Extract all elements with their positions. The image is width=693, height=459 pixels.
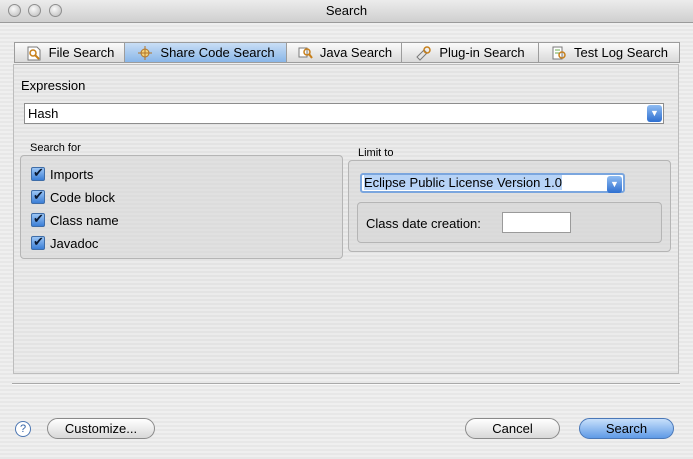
tab-share-code-search[interactable]: Share Code Search	[124, 42, 286, 63]
tab-java-search[interactable]: Java Search	[286, 42, 401, 63]
title-bar: Search	[0, 0, 693, 23]
license-combobox[interactable]: Eclipse Public License Version 1.0 ▼	[360, 173, 625, 193]
class-name-checkbox[interactable]: Class name	[31, 211, 119, 228]
license-value: Eclipse Public License Version 1.0	[364, 175, 563, 190]
test-log-search-icon	[550, 45, 568, 61]
tab-test-log-search[interactable]: Test Log Search	[538, 42, 680, 63]
checkbox-label: Code block	[50, 189, 116, 205]
java-search-icon	[296, 45, 314, 61]
tab-label: File Search	[48, 45, 115, 60]
expression-value: Hash	[28, 106, 59, 121]
code-block-checkbox[interactable]: Code block	[31, 188, 116, 205]
checkbox-checked-icon[interactable]	[31, 165, 45, 181]
class-date-label: Class date creation:	[366, 216, 481, 231]
checkbox-checked-icon[interactable]	[31, 211, 45, 227]
separator	[12, 383, 680, 385]
class-date-input[interactable]	[502, 212, 571, 233]
imports-checkbox[interactable]: Imports	[31, 165, 94, 182]
checkbox-label: Class name	[50, 212, 119, 228]
search-tabs: File Search Share Code Search Java Searc…	[14, 42, 680, 64]
share-code-search-icon	[136, 45, 154, 61]
tab-label: Test Log Search	[574, 45, 668, 60]
tab-label: Plug-in Search	[439, 45, 525, 60]
file-search-icon	[25, 45, 43, 61]
javadoc-checkbox[interactable]: Javadoc	[31, 234, 99, 251]
plugin-search-icon	[415, 45, 433, 61]
checkbox-label: Javadoc	[50, 235, 99, 251]
checkbox-checked-icon[interactable]	[31, 188, 45, 204]
checkbox-label: Imports	[50, 166, 94, 182]
window-title: Search	[325, 3, 368, 18]
expression-label: Expression	[21, 78, 86, 93]
help-icon[interactable]: ?	[15, 421, 31, 437]
checkbox-checked-icon[interactable]	[31, 234, 45, 250]
chevron-down-icon[interactable]: ▼	[647, 105, 662, 122]
expression-combobox[interactable]: Hash ▼	[24, 103, 664, 124]
tab-label: Java Search	[319, 45, 393, 60]
customize-button[interactable]: Customize...	[47, 418, 155, 439]
tab-file-search[interactable]: File Search	[14, 42, 124, 63]
tab-label: Share Code Search	[160, 45, 275, 60]
cancel-button[interactable]: Cancel	[465, 418, 560, 439]
search-for-label: Search for	[30, 142, 81, 154]
search-button[interactable]: Search	[579, 418, 674, 439]
limit-to-label: Limit to	[358, 147, 394, 159]
tab-plugin-search[interactable]: Plug-in Search	[401, 42, 538, 63]
chevron-down-icon[interactable]: ▼	[607, 176, 622, 193]
